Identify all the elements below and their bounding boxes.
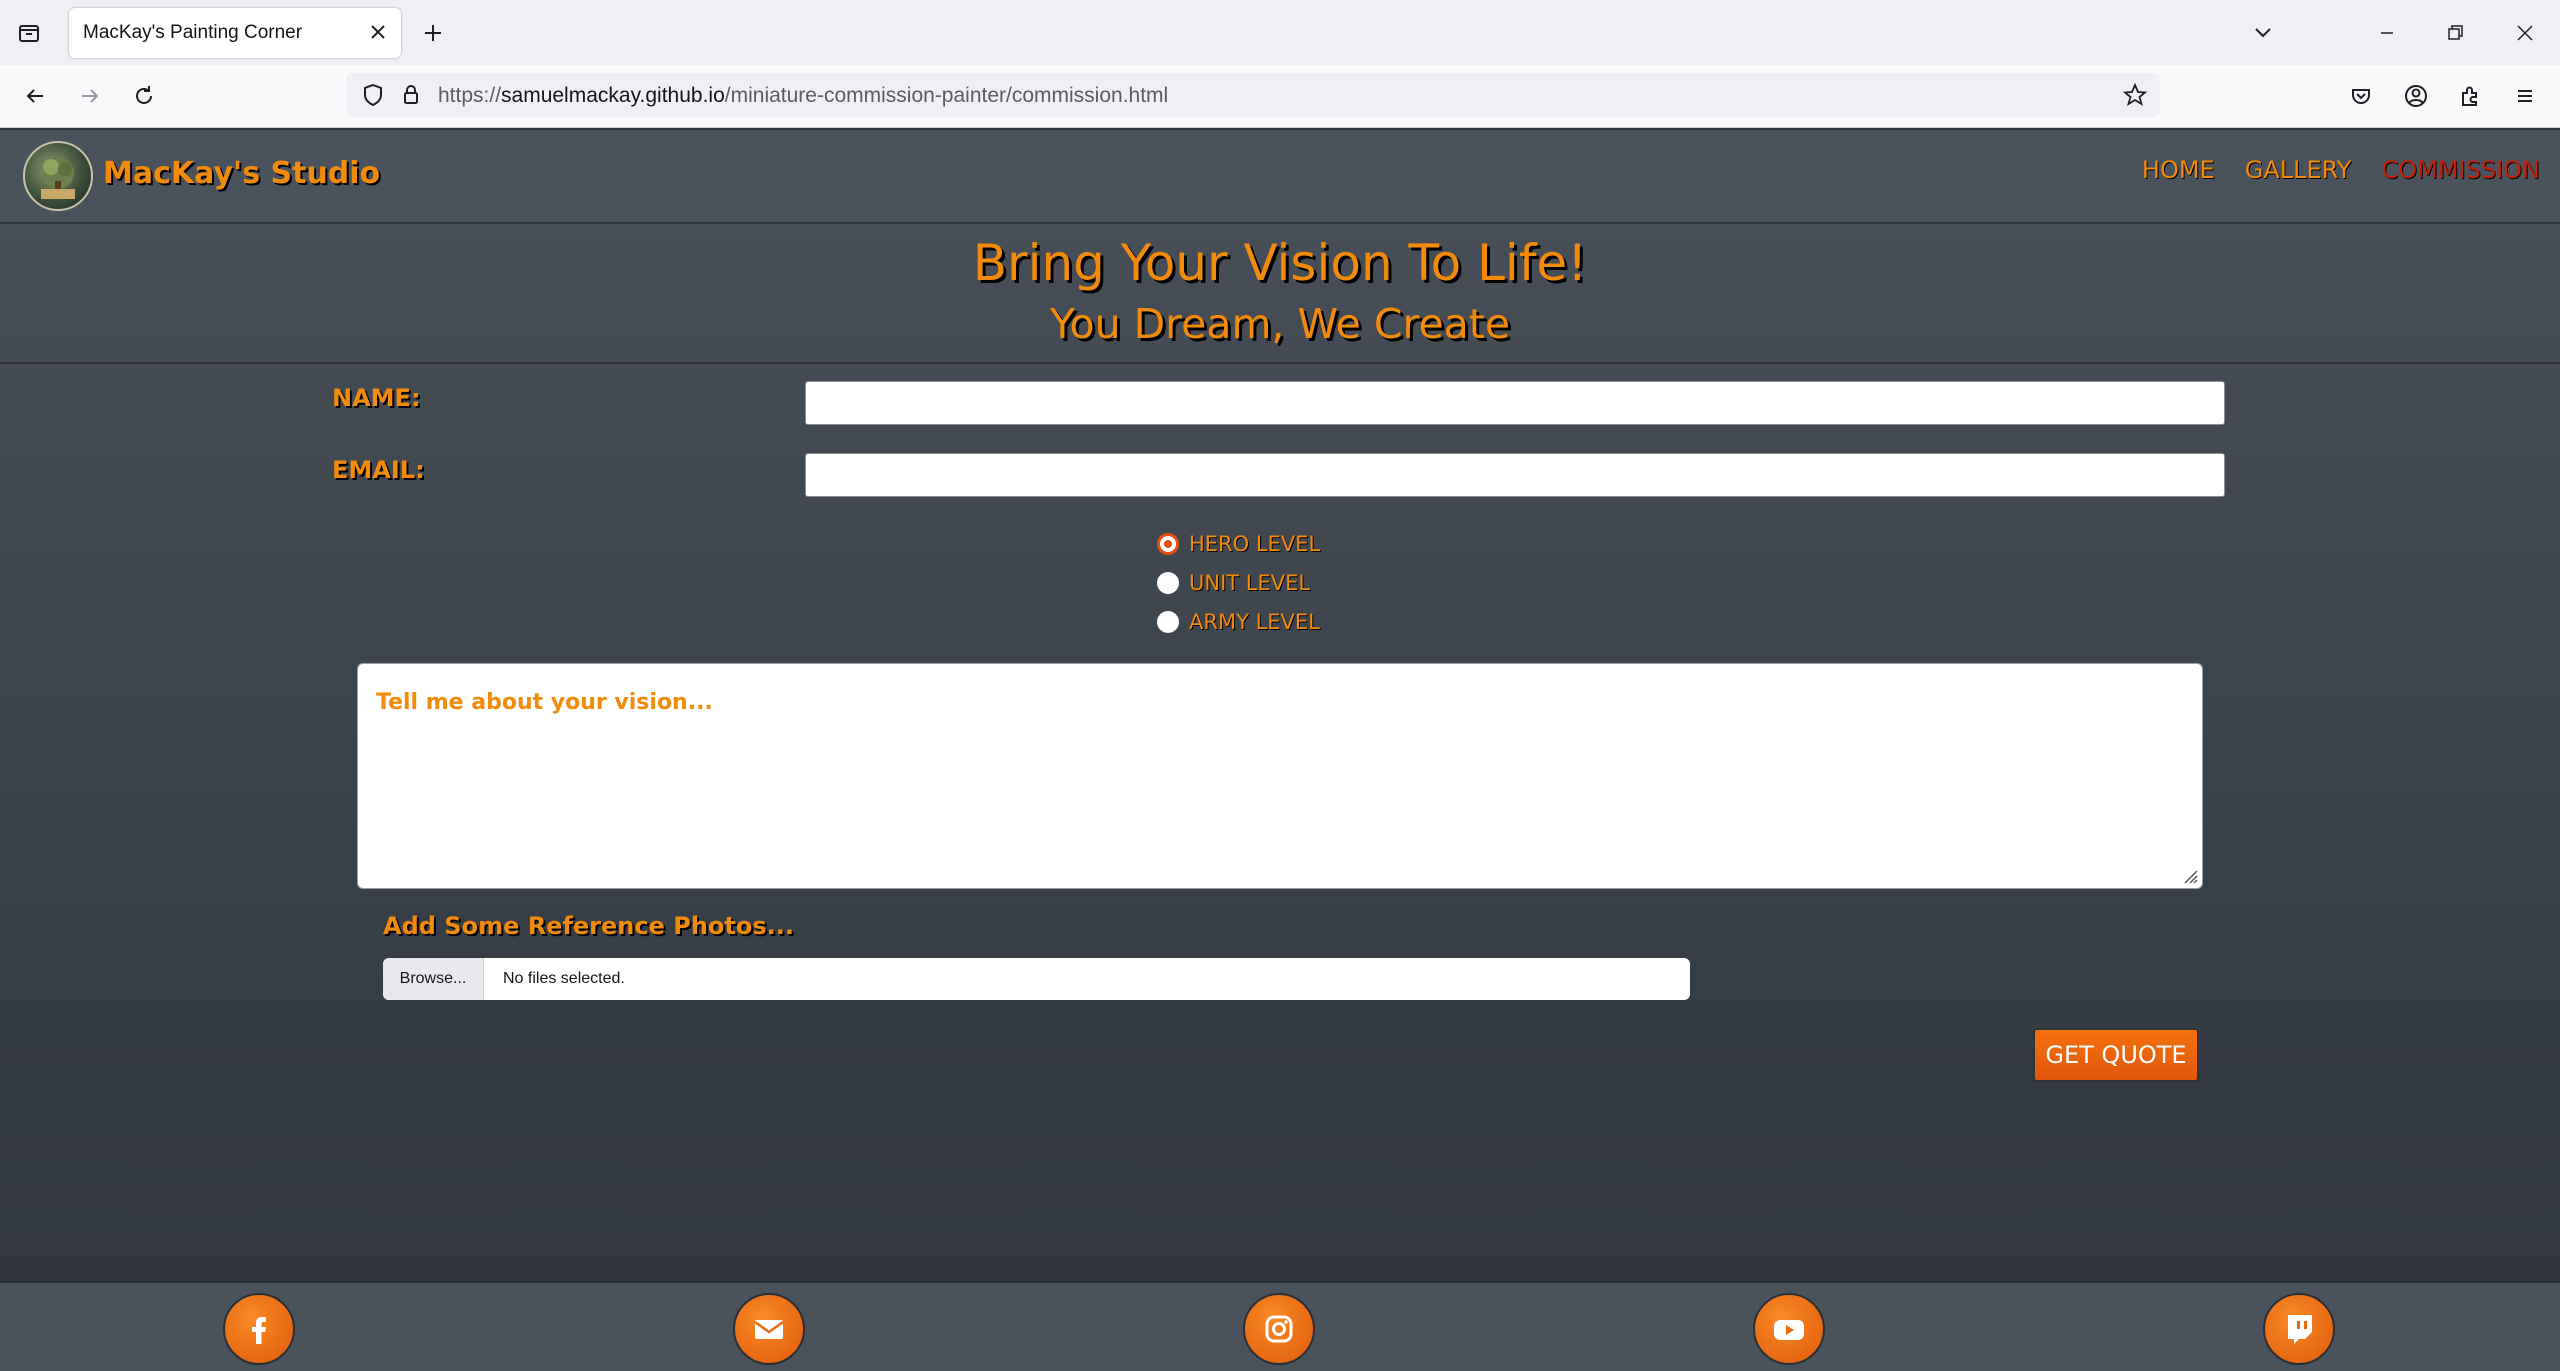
list-all-tabs-icon[interactable] xyxy=(2248,18,2278,48)
url-host: samuelmackay.github.io xyxy=(501,84,725,107)
browser-tab-active[interactable]: MacKay's Painting Corner xyxy=(69,8,401,58)
site-header: MacKay's Studio HOME GALLERY COMMISSION xyxy=(0,128,2560,224)
nav-gallery[interactable]: GALLERY xyxy=(2245,156,2352,184)
url-path: /miniature-commission-painter/commission… xyxy=(724,84,1169,107)
get-quote-button[interactable]: GET QUOTE xyxy=(2033,1028,2199,1082)
twitch-icon[interactable] xyxy=(2263,1293,2335,1365)
hero-level-label[interactable]: HERO LEVEL xyxy=(1189,532,1320,556)
page-title: Bring Your Vision To Life! xyxy=(972,234,1588,292)
hero-section: Bring Your Vision To Life! You Dream, We… xyxy=(0,222,2560,364)
pocket-icon[interactable] xyxy=(2346,81,2376,111)
reference-photos-label: Add Some Reference Photos... xyxy=(383,912,794,940)
tab-title: MacKay's Painting Corner xyxy=(83,22,303,43)
app-menu-icon[interactable] xyxy=(2510,81,2540,111)
level-option-army[interactable]: ARMY LEVEL xyxy=(1157,610,1320,634)
hero-level-radio[interactable] xyxy=(1157,533,1179,555)
unit-level-label[interactable]: UNIT LEVEL xyxy=(1189,571,1310,595)
page-subtitle: You Dream, We Create xyxy=(1049,300,1511,348)
email-label: EMAIL: xyxy=(332,456,425,484)
instagram-icon[interactable] xyxy=(1243,1293,1315,1365)
browser-tab-bar: MacKay's Painting Corner xyxy=(0,0,2560,65)
reference-file-input[interactable]: Browse... No files selected. xyxy=(383,958,1690,1000)
facebook-icon[interactable] xyxy=(223,1293,295,1365)
browse-button[interactable]: Browse... xyxy=(383,958,484,1000)
level-option-unit[interactable]: UNIT LEVEL xyxy=(1157,571,1310,595)
new-tab-icon[interactable] xyxy=(418,18,448,48)
close-window-icon[interactable] xyxy=(2510,18,2540,48)
youtube-icon[interactable] xyxy=(1753,1293,1825,1365)
vision-textarea[interactable]: Tell me about your vision... xyxy=(357,663,2203,889)
name-field[interactable] xyxy=(805,381,2225,425)
lock-icon[interactable] xyxy=(396,80,426,110)
resize-grip-icon[interactable] xyxy=(2180,866,2198,884)
back-icon[interactable] xyxy=(20,81,50,111)
file-status: No files selected. xyxy=(503,970,625,987)
brand-name[interactable]: MacKay's Studio xyxy=(103,156,380,191)
bookmark-star-icon[interactable] xyxy=(2120,80,2150,110)
vision-placeholder: Tell me about your vision... xyxy=(376,690,713,715)
extensions-icon[interactable] xyxy=(2455,81,2485,111)
address-bar[interactable]: https://samuelmackay.github.io/miniature… xyxy=(346,73,2160,117)
name-label: NAME: xyxy=(332,384,421,412)
army-level-radio[interactable] xyxy=(1157,611,1179,633)
page-content: MacKay's Studio HOME GALLERY COMMISSION … xyxy=(0,128,2560,1371)
url-prefix: https:// xyxy=(438,84,502,107)
browser-nav-bar: https://samuelmackay.github.io/miniature… xyxy=(0,65,2560,128)
account-icon[interactable] xyxy=(2401,81,2431,111)
url-text[interactable]: https://samuelmackay.github.io/miniature… xyxy=(438,84,1168,108)
shield-icon[interactable] xyxy=(358,80,388,110)
tab-list-icon[interactable] xyxy=(14,18,44,48)
minimize-icon[interactable] xyxy=(2372,18,2402,48)
unit-level-radio[interactable] xyxy=(1157,572,1179,594)
email-field[interactable] xyxy=(805,453,2225,497)
nav-home[interactable]: HOME xyxy=(2142,156,2215,184)
email-icon[interactable] xyxy=(733,1293,805,1365)
main-nav: HOME GALLERY COMMISSION xyxy=(2142,156,2540,184)
close-tab-icon[interactable] xyxy=(365,19,391,45)
level-option-hero[interactable]: HERO LEVEL xyxy=(1157,532,1320,556)
reload-icon[interactable] xyxy=(129,81,159,111)
forward-icon[interactable] xyxy=(75,81,105,111)
army-level-label[interactable]: ARMY LEVEL xyxy=(1189,610,1320,634)
studio-logo[interactable] xyxy=(23,141,93,211)
nav-commission[interactable]: COMMISSION xyxy=(2381,156,2540,184)
site-footer xyxy=(0,1281,2560,1371)
restore-icon[interactable] xyxy=(2440,18,2470,48)
